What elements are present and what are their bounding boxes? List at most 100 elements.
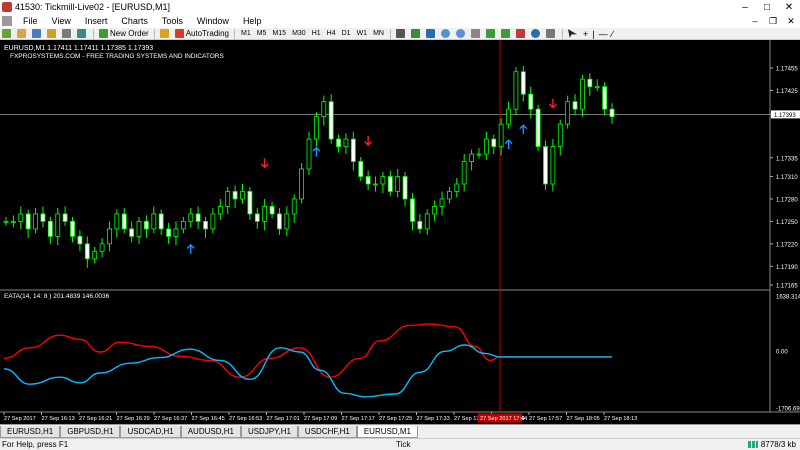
bar-chart-button[interactable]	[394, 28, 409, 39]
candle-body	[580, 78, 585, 110]
time-tick-label: 27 Sep 17:01	[267, 416, 300, 422]
candle-body	[33, 213, 38, 230]
candle-body	[203, 220, 208, 230]
buy-arrow-icon	[504, 139, 513, 150]
trendline-icon[interactable]: ∕	[610, 28, 616, 39]
line-chart-button[interactable]	[424, 28, 439, 39]
minimize-icon[interactable]: –	[734, 2, 756, 13]
candle-body	[528, 93, 534, 110]
new-order-icon	[99, 29, 108, 38]
time-tick-label: 27 Sep 18:13	[604, 416, 637, 422]
candle-body	[121, 213, 127, 230]
sell-arrow-icon	[260, 158, 269, 169]
candle-body	[587, 78, 593, 88]
chart-tab[interactable]: USDCAD,H1	[120, 426, 181, 438]
chart-tab[interactable]: EURUSD,M1	[356, 426, 418, 438]
cursor-icon[interactable]	[566, 28, 581, 39]
chart-tab[interactable]: EURUSD,H1	[0, 426, 61, 438]
candle-body	[321, 101, 327, 118]
menu-charts[interactable]: Charts	[114, 16, 155, 26]
menu-help[interactable]: Help	[236, 16, 269, 26]
candlestick-button[interactable]	[409, 28, 424, 39]
autotrading-icon	[174, 29, 184, 38]
time-tick-label: 27 Sep 16:37	[154, 416, 187, 422]
time-tick-label: 27 Sep 18:05	[567, 416, 600, 422]
timeframe-m5[interactable]: M5	[254, 30, 270, 37]
chart-window[interactable]: 1.17455 1.17425 1.17393 1.17335 1.17310 1.172…	[0, 40, 800, 424]
candle-body	[602, 86, 608, 110]
market-watch-button[interactable]	[30, 28, 45, 39]
horizontal-line-icon[interactable]: —	[597, 28, 610, 39]
timeframe-m1[interactable]: M1	[238, 30, 254, 37]
toolbar-divider	[389, 28, 391, 39]
candle-body	[594, 86, 600, 89]
time-tick-label: 27 Sep 16:13	[42, 416, 75, 422]
new-order-label: New Order	[110, 29, 149, 38]
close-icon[interactable]: ✕	[778, 2, 800, 13]
timeframe-h1[interactable]: H1	[309, 30, 324, 37]
crosshair-icon[interactable]: +	[581, 28, 590, 39]
zoom-in-icon[interactable]	[439, 28, 454, 39]
candle-body	[18, 213, 24, 222]
candle-body	[269, 206, 275, 215]
metaeditor-button[interactable]	[158, 28, 173, 39]
maximize-icon[interactable]: □	[756, 2, 778, 13]
candle-body	[313, 116, 319, 140]
timeframe-m15[interactable]: M15	[269, 30, 289, 37]
candle-body	[506, 108, 511, 125]
new-order-button[interactable]: New Order	[97, 28, 151, 39]
price-tick-label: 1.17220	[776, 242, 798, 248]
new-chart-button[interactable]	[0, 28, 15, 39]
templates-button[interactable]	[544, 28, 559, 39]
menu-insert[interactable]: Insert	[78, 16, 115, 26]
profiles-button[interactable]	[15, 28, 30, 39]
menu-tools[interactable]: Tools	[155, 16, 190, 26]
chart-tab[interactable]: USDJPY,H1	[240, 426, 298, 438]
axes: 1.17455 1.17425 1.17393 1.17335 1.17310 1.172…	[3, 67, 800, 423]
chart-header: EURUSD,M1 1.17411 1.17411 1.17385 1.1739…	[4, 45, 153, 52]
buy-arrow-icon	[312, 146, 321, 157]
price-chart[interactable]: 1.17455 1.17425 1.17393 1.17335 1.17310 1.172…	[0, 40, 800, 424]
periods-button[interactable]	[529, 28, 544, 39]
toolbar-divider	[561, 28, 563, 39]
indicators-button[interactable]	[514, 28, 529, 39]
menu-file[interactable]: File	[16, 16, 45, 26]
navigator-button[interactable]	[45, 28, 60, 39]
time-tick-label: 27 Sep 2017	[4, 416, 36, 422]
timeframe-w1[interactable]: W1	[354, 30, 371, 37]
candle-body	[417, 220, 423, 230]
chart-minimize-icon[interactable]: –	[746, 16, 764, 27]
candle-body	[129, 228, 135, 237]
price-tick-label: 1.17425	[776, 89, 798, 95]
zoom-out-icon[interactable]	[454, 28, 469, 39]
time-tick-label: 27 Sep 17:17	[342, 416, 375, 422]
tile-windows-button[interactable]	[469, 28, 484, 39]
timeframe-d1[interactable]: D1	[339, 30, 354, 37]
chart-tab[interactable]: USDCHF,H1	[297, 426, 357, 438]
candle-body	[47, 220, 53, 237]
candle-body	[225, 191, 231, 207]
candle-body	[3, 220, 9, 223]
chart-close-icon[interactable]: ✕	[782, 16, 800, 27]
terminal-button[interactable]	[60, 28, 75, 39]
timeframe-h4[interactable]: H4	[324, 30, 339, 37]
chart-shift-button[interactable]	[499, 28, 514, 39]
time-tick-label: 27 Sep 17:25	[379, 416, 412, 422]
timeframe-mn[interactable]: MN	[370, 30, 387, 37]
tester-button[interactable]	[75, 28, 90, 39]
toolbar: New Order AutoTrading M1 M5 M15 M30 H1 H…	[0, 28, 800, 40]
candle-body	[188, 213, 194, 222]
current-price-label: 1.17393	[774, 113, 796, 119]
chart-restore-icon[interactable]: ❐	[764, 16, 782, 27]
autotrading-button[interactable]: AutoTrading	[173, 28, 231, 39]
connection-status: 8778/3 kb	[747, 440, 800, 449]
autoscroll-button[interactable]	[484, 28, 499, 39]
candle-body	[350, 138, 356, 162]
timeframe-m30[interactable]: M30	[289, 30, 309, 37]
menu-window[interactable]: Window	[190, 16, 236, 26]
toolbar-divider	[233, 28, 235, 39]
menu-bar: File View Insert Charts Tools Window Hel…	[0, 14, 800, 28]
menu-view[interactable]: View	[45, 16, 78, 26]
chart-tab[interactable]: GBPUSD,H1	[60, 426, 121, 438]
chart-tab[interactable]: AUDUSD,H1	[180, 426, 241, 438]
